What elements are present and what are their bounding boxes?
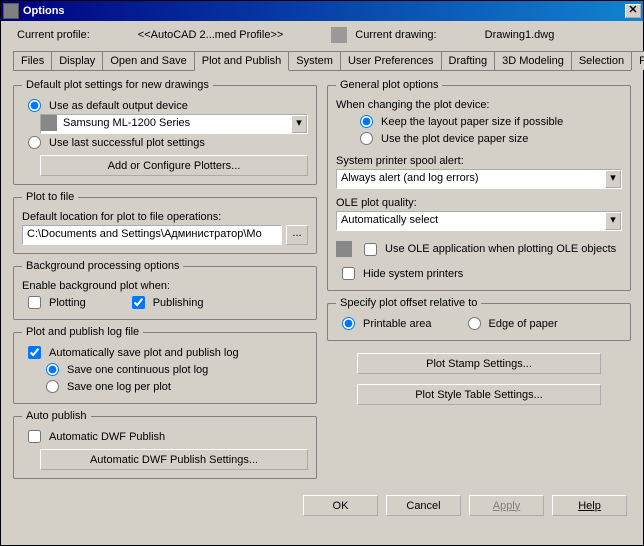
ok-button[interactable]: OK	[303, 495, 378, 516]
legend-default-plot: Default plot settings for new drawings	[22, 79, 213, 91]
header-row: Current profile: <<AutoCAD 2...med Profi…	[1, 21, 643, 47]
label-one-continuous: Save one continuous plot log	[67, 364, 208, 376]
label-publishing: Publishing	[153, 297, 204, 309]
tab-user-prefs[interactable]: User Preferences	[340, 51, 442, 70]
close-button[interactable]: ✕	[625, 4, 641, 18]
right-column: General plot options When changing the p…	[327, 79, 631, 479]
plot-stamp-button[interactable]: Plot Stamp Settings...	[357, 353, 601, 374]
content-area: Default plot settings for new drawings U…	[1, 71, 643, 487]
label-plotting: Plotting	[49, 297, 86, 309]
select-ole[interactable]: Automatically select ▾	[336, 211, 622, 231]
radio-one-per[interactable]	[46, 380, 59, 393]
ole-value: Automatically select	[337, 212, 605, 230]
dropdown-arrow-icon: ▾	[605, 170, 621, 188]
tab-selection[interactable]: Selection	[571, 51, 632, 70]
label-auto-save-log: Automatically save plot and publish log	[49, 347, 239, 359]
label-default-location: Default location for plot to file operat…	[22, 209, 308, 225]
radio-use-default[interactable]	[28, 99, 41, 112]
label-changing-device: When changing the plot device:	[336, 97, 622, 113]
group-default-plot: Default plot settings for new drawings U…	[13, 79, 317, 185]
check-hide-printers[interactable]	[342, 267, 355, 280]
label-one-per: Save one log per plot	[67, 381, 171, 393]
label-auto-dwf: Automatic DWF Publish	[49, 431, 165, 443]
tab-profiles[interactable]: Profiles	[631, 51, 644, 70]
label-use-last: Use last successful plot settings	[49, 137, 205, 149]
drawing-label: Current drawing:	[355, 29, 436, 41]
legend-plot-to-file: Plot to file	[22, 191, 78, 203]
group-plot-to-file: Plot to file Default location for plot t…	[13, 191, 317, 254]
group-auto-publish: Auto publish Automatic DWF Publish Autom…	[13, 410, 317, 479]
radio-edge[interactable]	[468, 317, 481, 330]
tab-plot-publish[interactable]: Plot and Publish	[194, 51, 290, 71]
tab-bar: Files Display Open and Save Plot and Pub…	[13, 51, 631, 71]
apply-button[interactable]: Apply	[469, 495, 544, 516]
drawing-value: Drawing1.dwg	[485, 29, 555, 41]
radio-printable[interactable]	[342, 317, 355, 330]
check-auto-save-log[interactable]	[28, 346, 41, 359]
dropdown-arrow-icon: ▾	[291, 115, 307, 133]
check-auto-dwf[interactable]	[28, 430, 41, 443]
tab-3d-modeling[interactable]: 3D Modeling	[494, 51, 572, 70]
titlebar: Options ✕	[1, 1, 643, 21]
profile-label: Current profile:	[17, 29, 90, 41]
legend-offset: Specify plot offset relative to	[336, 297, 481, 309]
radio-one-continuous[interactable]	[46, 363, 59, 376]
check-plotting[interactable]	[28, 296, 41, 309]
dwf-settings-button[interactable]: Automatic DWF Publish Settings...	[40, 449, 308, 470]
group-log: Plot and publish log file Automatically …	[13, 326, 317, 404]
options-dialog: Options ✕ Current profile: <<AutoCAD 2..…	[0, 0, 644, 546]
label-keep-layout: Keep the layout paper size if possible	[381, 116, 563, 128]
label-printable: Printable area	[363, 318, 432, 330]
legend-auto-publish: Auto publish	[22, 410, 91, 422]
check-use-ole[interactable]	[364, 243, 377, 256]
tab-drafting[interactable]: Drafting	[441, 51, 496, 70]
group-background: Background processing options Enable bac…	[13, 260, 317, 320]
input-plot-path[interactable]: C:\Documents and Settings\Администратор\…	[22, 225, 282, 245]
label-use-ole: Use OLE application when plotting OLE ob…	[385, 243, 616, 255]
radio-use-device[interactable]	[360, 132, 373, 145]
label-edge: Edge of paper	[489, 318, 558, 330]
printer-icon	[41, 115, 57, 131]
label-use-device: Use the plot device paper size	[381, 133, 528, 145]
tab-open-save[interactable]: Open and Save	[102, 51, 194, 70]
plot-style-button[interactable]: Plot Style Table Settings...	[357, 384, 601, 405]
label-use-default: Use as default output device	[49, 100, 188, 112]
window-title: Options	[23, 5, 625, 17]
label-spool: System printer spool alert:	[336, 153, 622, 169]
tab-files[interactable]: Files	[13, 51, 52, 70]
printer-value: Samsung ML-1200 Series	[59, 115, 291, 133]
legend-log: Plot and publish log file	[22, 326, 143, 338]
radio-use-last[interactable]	[28, 136, 41, 149]
group-general: General plot options When changing the p…	[327, 79, 631, 291]
profile-value: <<AutoCAD 2...med Profile>>	[138, 29, 284, 41]
label-ole: OLE plot quality:	[336, 195, 622, 211]
add-plotters-button[interactable]: Add or Configure Plotters...	[40, 155, 308, 176]
footer: OK Cancel Apply Help	[1, 487, 643, 524]
group-offset: Specify plot offset relative to Printabl…	[327, 297, 631, 341]
app-icon	[3, 3, 19, 19]
select-printer[interactable]: Samsung ML-1200 Series ▾	[40, 114, 308, 134]
legend-background: Background processing options	[22, 260, 183, 272]
label-hide-printers: Hide system printers	[363, 268, 463, 280]
browse-button[interactable]: ...	[286, 225, 308, 245]
select-spool[interactable]: Always alert (and log errors) ▾	[336, 169, 622, 189]
label-enable-bg: Enable background plot when:	[22, 278, 308, 294]
left-column: Default plot settings for new drawings U…	[13, 79, 317, 479]
spool-value: Always alert (and log errors)	[337, 170, 605, 188]
ole-icon	[336, 241, 352, 257]
check-publishing[interactable]	[132, 296, 145, 309]
tab-system[interactable]: System	[288, 51, 341, 70]
legend-general: General plot options	[336, 79, 442, 91]
dropdown-arrow-icon: ▾	[605, 212, 621, 230]
help-button[interactable]: Help	[552, 495, 627, 516]
drawing-icon	[331, 27, 347, 43]
tab-display[interactable]: Display	[51, 51, 103, 70]
radio-keep-layout[interactable]	[360, 115, 373, 128]
cancel-button[interactable]: Cancel	[386, 495, 461, 516]
